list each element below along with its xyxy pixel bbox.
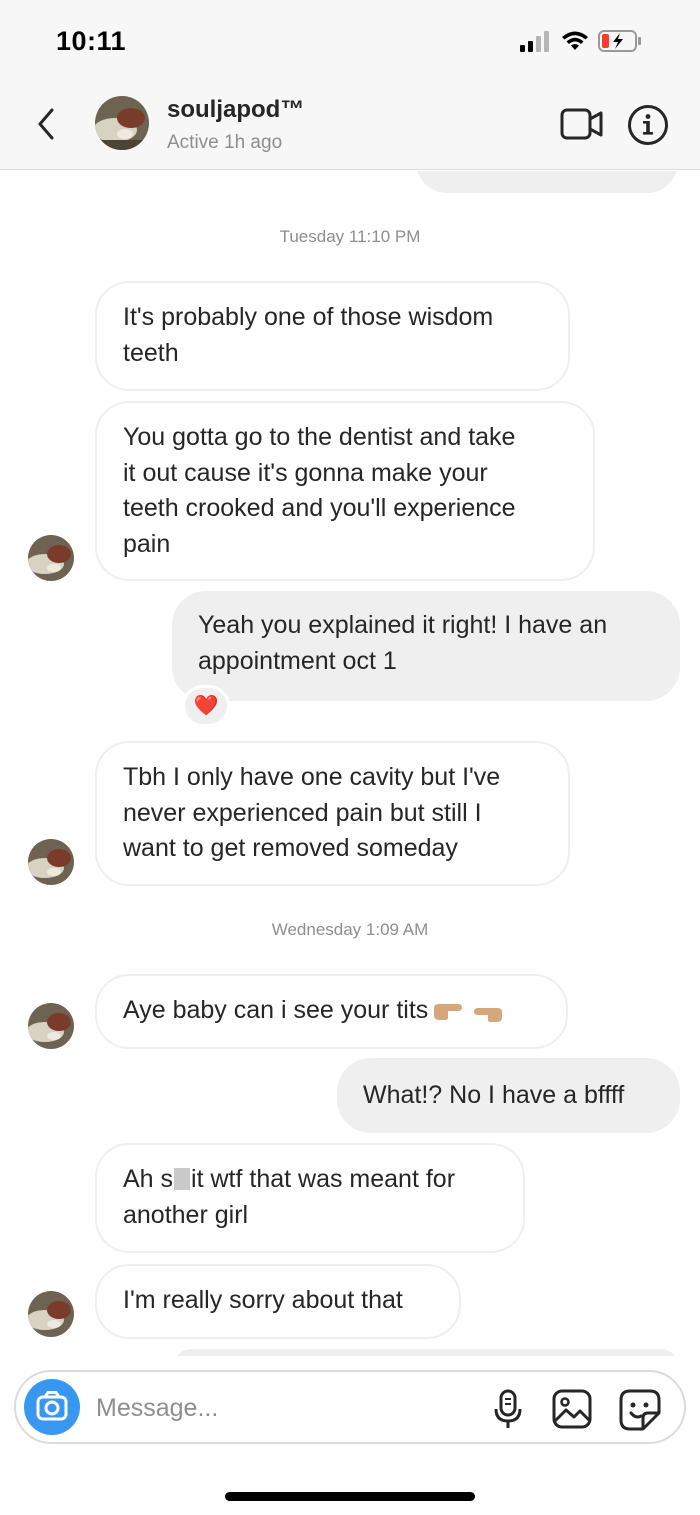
message-text: teeth [123, 338, 179, 367]
message-bubble-incoming[interactable]: Aye baby can i see your tits [95, 974, 568, 1049]
message-bubble-outgoing[interactable]: What!? No I have a bffff [337, 1058, 680, 1133]
microphone-icon[interactable] [493, 1389, 523, 1431]
active-status: Active 1h ago [167, 132, 283, 153]
message-text: want to get removed someday [123, 834, 458, 862]
heart-reaction[interactable]: ❤️ [182, 685, 230, 727]
avatar[interactable] [28, 1003, 74, 1049]
wifi-icon [562, 31, 588, 50]
message-text: You gotta go to the dentist and take [123, 423, 516, 451]
message-input[interactable] [96, 1386, 476, 1430]
message-text: appointment oct 1 [198, 646, 397, 675]
message-text: Tbh I only have one cavity but I've [123, 763, 501, 791]
contact-name[interactable]: souljapod™ [167, 96, 304, 124]
message-text: Aye baby can i see your tits [123, 993, 542, 1029]
message-text: What!? No I have a bffff [363, 1081, 625, 1109]
message-bubble-incoming[interactable]: You gotta go to the dentist and take it … [95, 401, 595, 581]
message-bubble-outgoing[interactable]: Yeah you explained it right! I have an a… [172, 591, 680, 701]
status-time: 10:11 [56, 26, 127, 56]
message-text: teeth crooked and you'll experience [123, 494, 516, 522]
message-text: pain [123, 529, 171, 558]
battery-icon [598, 30, 641, 52]
avatar[interactable] [28, 839, 74, 885]
censored-block [174, 1168, 191, 1190]
avatar[interactable] [28, 1291, 74, 1337]
home-indicator[interactable] [225, 1492, 475, 1501]
message-thread[interactable]: Tuesday 11:10 PM It's probably one of th… [0, 171, 700, 1356]
message-text: never experienced pain but still I [123, 798, 482, 827]
heart-icon: ❤️ [193, 695, 219, 717]
message-text: It's probably one of those wisdom [123, 303, 494, 331]
video-camera-icon[interactable] [560, 106, 604, 142]
message-bubble-incoming[interactable]: Tbh I only have one cavity but I've neve… [95, 741, 570, 886]
message-text: it out cause it's gonna make your [123, 458, 488, 487]
status-bar: 10:11 [0, 0, 700, 82]
conversation-header: souljapod™ Active 1h ago [0, 82, 700, 170]
info-icon[interactable] [627, 104, 669, 146]
camera-icon [36, 1391, 68, 1421]
signal-icon [520, 31, 549, 52]
timestamp: Tuesday 11:10 PM [279, 227, 421, 246]
chevron-left-icon[interactable] [30, 104, 64, 144]
message-bubble-incoming[interactable]: It's probably one of those wisdom teeth [95, 281, 570, 391]
pointing-hands-emoji [434, 1004, 503, 1023]
message-text: another girl [123, 1200, 249, 1229]
avatar[interactable] [95, 96, 149, 150]
image-icon[interactable] [552, 1389, 592, 1429]
message-bubble-incoming[interactable]: Ah s it wtf that was meant for another gi… [95, 1143, 525, 1253]
camera-button[interactable] [24, 1379, 80, 1435]
message-text: Yeah you explained it right! I have an [198, 611, 608, 639]
message-bubble-incoming[interactable]: I'm really sorry about that [95, 1264, 461, 1339]
timestamp: Wednesday 1:09 AM [271, 920, 429, 939]
message-bubble-outgoing[interactable] [172, 1349, 680, 1356]
sticker-icon[interactable] [619, 1389, 661, 1431]
message-text: Ah s it wtf that was meant for [123, 1165, 456, 1193]
avatar[interactable] [28, 535, 74, 581]
message-bubble-outgoing[interactable] [416, 171, 678, 193]
message-composer [14, 1370, 686, 1444]
message-text: I'm really sorry about that [123, 1286, 403, 1314]
